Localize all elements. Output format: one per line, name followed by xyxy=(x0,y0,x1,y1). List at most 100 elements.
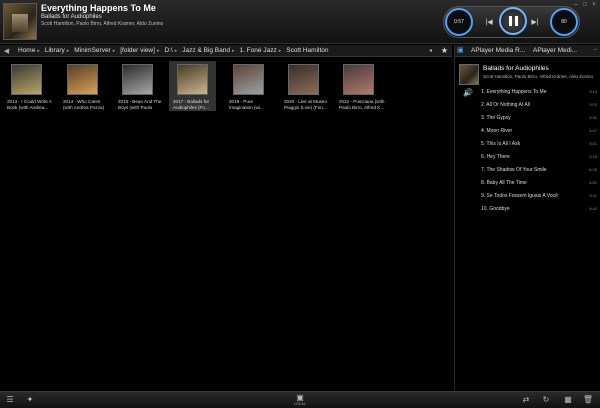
chevron-right-icon[interactable]: ▸ xyxy=(279,48,282,54)
source-label: LOCAL xyxy=(294,402,306,406)
album-label: 2022 - Poinciana (with Paolo Birro, Alfr… xyxy=(339,99,385,110)
track-row[interactable]: 3. The Gypsy 5:31 xyxy=(481,113,597,123)
chevron-right-icon[interactable]: ▸ xyxy=(113,48,116,54)
track-row[interactable]: 9. Se Todos Fossem Iguais A Você 5:11 xyxy=(481,191,597,201)
chevron-right-icon[interactable]: ▸ xyxy=(232,48,235,54)
next-track-button[interactable]: ▶| xyxy=(528,16,542,28)
track-duration: 5:42 xyxy=(589,206,597,211)
now-playing-artists: Scott Hamilton, Paolo Birro, Alfred Kram… xyxy=(41,21,164,27)
track-duration: 3:15 xyxy=(589,89,597,94)
wrench-icon[interactable]: ✦ xyxy=(24,395,36,405)
album-tile[interactable]: 2020 - Live at Museo Piaggio (Live) (Fon… xyxy=(280,61,327,111)
track-name: 1. Everything Happens To Me xyxy=(481,89,547,95)
minimize-icon[interactable]: – xyxy=(572,2,580,8)
shuffle-icon[interactable]: ⇄ xyxy=(520,395,532,405)
trash-icon[interactable]: 🗑 xyxy=(582,395,594,405)
previous-track-button[interactable]: |◀ xyxy=(482,16,496,28)
playlist-album-artists: Scott Hamilton, Paolo Birro, Alfred Kram… xyxy=(483,74,594,79)
previous-icon: |◀ xyxy=(485,19,493,26)
track-duration: 5:11 xyxy=(589,193,598,198)
album-tile[interactable]: 2015 - Bean And The Boys (with Paolo Bir… xyxy=(114,61,161,111)
list-icon[interactable]: ☰ xyxy=(4,395,16,405)
album-cover xyxy=(11,64,42,95)
album-label: 2017 - Ballads for Audiophiles (Fo... xyxy=(173,99,210,110)
track-row[interactable]: 6. Hey There 5:18 xyxy=(481,152,597,162)
breadcrumb-fone-jazz[interactable]: 1. Foné Jazz xyxy=(240,47,277,54)
overflow-arrow-icon[interactable]: ◂ xyxy=(429,47,432,54)
breadcrumb-jazz-big-band[interactable]: Jazz & Big Band xyxy=(182,47,230,54)
track-name: 5. This Is All I Ask xyxy=(481,141,521,147)
maximize-icon[interactable]: □ xyxy=(581,2,589,8)
album-grid: 2013 - I Could Write A Book (with Andrea… xyxy=(0,58,452,390)
breadcrumb-drive[interactable]: D:\ xyxy=(164,47,172,54)
pin-star-icon[interactable]: ★ xyxy=(441,46,448,55)
now-playing-bar: Everything Happens To Me Ballads for Aud… xyxy=(0,0,600,44)
track-name: 4. Moon River xyxy=(481,128,513,134)
tab-aplayer-media-renderer-1[interactable]: APlayer Media R... xyxy=(471,47,525,54)
album-label: 2019 - Pure Imagination (wi... xyxy=(229,99,264,110)
elapsed-time-dial[interactable]: 0:57 xyxy=(445,8,473,36)
elapsed-time: 0:57 xyxy=(454,19,464,25)
album-cover xyxy=(343,64,374,95)
track-duration: 6:26 xyxy=(589,167,597,172)
track-duration: 4:51 xyxy=(589,180,597,185)
track-name: 3. The Gypsy xyxy=(481,115,511,121)
album-tile[interactable]: 2013 - I Could Write A Book (with Andrea… xyxy=(3,61,52,111)
next-icon: ▶| xyxy=(531,19,539,26)
chevron-right-icon[interactable]: ▸ xyxy=(37,48,40,54)
track-row[interactable]: 5. This Is All I Ask 5:01 xyxy=(481,139,597,149)
track-duration: 5:18 xyxy=(589,154,597,159)
track-name: 8. Baby All The Time xyxy=(481,180,527,186)
chevron-right-icon[interactable]: ▸ xyxy=(67,48,70,54)
breadcrumb-library[interactable]: Library xyxy=(45,47,65,54)
back-arrow-icon[interactable]: ◀ xyxy=(0,47,13,55)
track-row[interactable]: 7. The Shadow Of Your Smile 6:26 xyxy=(481,165,597,175)
breadcrumb-minimserver[interactable]: MinimServer xyxy=(74,47,110,54)
album-tile[interactable]: 2014 - Who Cares (with Andrea Pozza) (Fo… xyxy=(59,61,106,111)
renderer-icon: ▣ xyxy=(457,47,464,54)
track-name: 2. All Or Nothing At All xyxy=(481,102,530,108)
album-cover xyxy=(67,64,98,95)
track-row-playing[interactable]: 1. Everything Happens To Me 3:15 xyxy=(481,87,597,97)
renderer-panel: ▣ APlayer Media R... APlayer Medi... → B… xyxy=(454,45,600,390)
album-tile-selected[interactable]: 2017 - Ballads for Audiophiles (Fo... xyxy=(169,61,216,111)
track-duration: 3:02 xyxy=(589,102,597,107)
track-name: 9. Se Todos Fossem Iguais A Você xyxy=(481,193,558,199)
chevron-right-icon[interactable]: ▸ xyxy=(175,48,178,54)
track-duration: 4:47 xyxy=(589,128,597,133)
album-label: 2013 - I Could Write A Book (with Andrea… xyxy=(7,99,52,110)
chevron-right-icon[interactable]: ▸ xyxy=(157,48,160,54)
album-cover xyxy=(122,64,153,95)
repeat-icon[interactable]: ↻ xyxy=(540,395,552,405)
track-name: 10. Goodbye xyxy=(481,206,510,212)
album-label: 2020 - Live at Museo Piaggio (Live) (Fon… xyxy=(284,99,327,110)
album-cover xyxy=(233,64,264,95)
tab-aplayer-media-renderer-2[interactable]: APlayer Medi... xyxy=(533,47,577,54)
breadcrumb-scott-hamilton[interactable]: Scott Hamilton xyxy=(286,47,328,54)
track-row[interactable]: 4. Moon River 4:47 xyxy=(481,126,597,136)
track-name: 7. The Shadow Of Your Smile xyxy=(481,167,547,173)
now-playing-title: Everything Happens To Me xyxy=(41,3,156,13)
now-playing-album: Ballads for Audiophiles xyxy=(41,14,102,20)
breadcrumb-home[interactable]: Home xyxy=(18,47,35,54)
close-icon[interactable]: × xyxy=(590,2,598,8)
album-label: 2014 - Who Cares (with Andrea Pozza) (Fo… xyxy=(63,99,105,110)
album-tile[interactable]: 2022 - Poinciana (with Paolo Birro, Alfr… xyxy=(335,61,385,111)
transport-controls: 0:57 |◀ ▶| 80 xyxy=(443,6,580,38)
breadcrumb: ◀ Home ▸ Library ▸ MinimServer ▸ [folder vi… xyxy=(0,45,452,57)
track-row[interactable]: 8. Baby All The Time 4:51 xyxy=(481,178,597,188)
save-icon[interactable]: ▦ xyxy=(562,395,574,405)
play-pause-button[interactable] xyxy=(499,7,527,35)
renderer-tabs: ▣ APlayer Media R... APlayer Medi... → xyxy=(455,45,600,57)
playlist-cover xyxy=(459,64,479,85)
breadcrumb-folder-view[interactable]: [folder view] xyxy=(120,47,155,54)
album-label: 2015 - Bean And The Boys (with Paolo Bir… xyxy=(118,99,162,110)
volume-dial[interactable]: 80 xyxy=(550,8,578,36)
track-name: 6. Hey There xyxy=(481,154,510,160)
album-tile[interactable]: 2019 - Pure Imagination (wi... xyxy=(225,61,272,111)
track-row[interactable]: 10. Goodbye 5:42 xyxy=(481,204,597,214)
panel-arrow-icon[interactable]: → xyxy=(592,46,598,52)
now-playing-cover[interactable] xyxy=(3,3,37,40)
bottom-toolbar: ☰ ✦ ▣ LOCAL ⇄ ↻ ▦ 🗑 xyxy=(0,391,600,408)
track-row[interactable]: 2. All Or Nothing At All 3:02 xyxy=(481,100,597,110)
